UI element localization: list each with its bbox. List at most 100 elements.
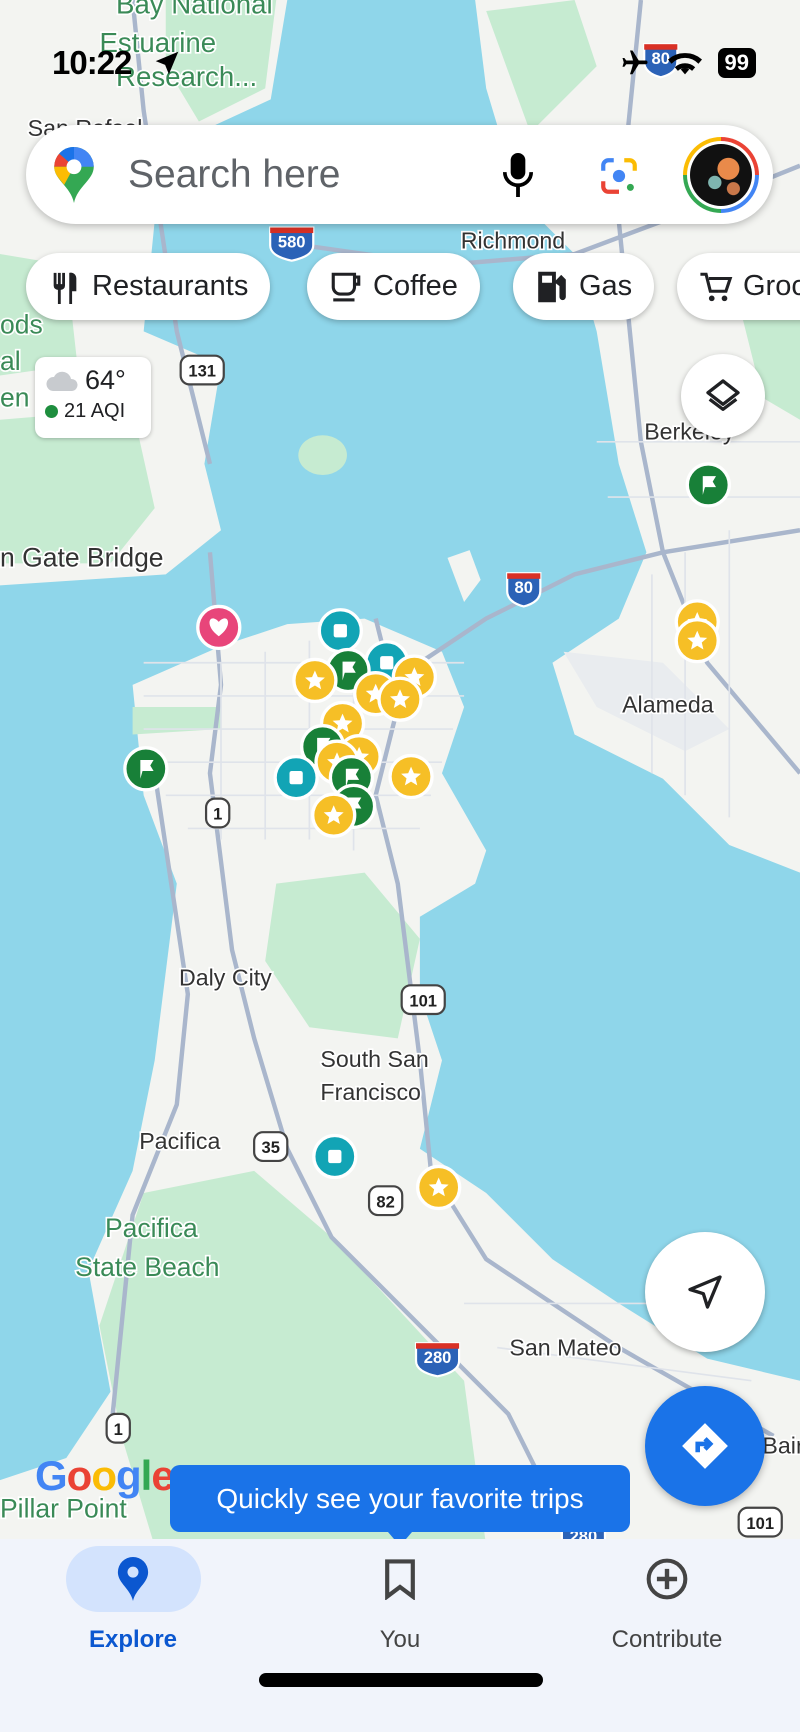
shield-number: 1: [114, 1420, 123, 1439]
map-label: Research...: [116, 61, 257, 92]
fork-knife-icon: [53, 272, 77, 304]
flag-place-marker[interactable]: [123, 746, 169, 792]
interstate-shield: 580: [269, 226, 315, 262]
coffee-cup-icon: [331, 272, 361, 301]
nav-label: Contribute: [611, 1626, 723, 1653]
map-label: Francisco: [320, 1079, 421, 1105]
nav-you[interactable]: You: [300, 1539, 500, 1654]
airplane-icon: [622, 50, 648, 75]
chip-label: Groceries: [743, 270, 800, 302]
nav-label: Explore: [88, 1626, 178, 1653]
square-place-marker[interactable]: [317, 608, 363, 654]
tooltip-text: Quickly see your favorite trips: [216, 1482, 584, 1514]
heart-place-marker[interactable]: [196, 604, 242, 651]
status-time: 10:22: [52, 44, 132, 81]
chip-coffee[interactable]: Coffee: [307, 253, 480, 320]
directions-icon: [682, 1423, 728, 1469]
layers-icon: [706, 379, 740, 411]
shield-number: 280: [424, 1348, 452, 1367]
home-indicator: [259, 1673, 543, 1687]
nav-label: You: [379, 1626, 421, 1653]
map-pin-icon: [117, 1557, 149, 1601]
chip-label: Gas: [579, 270, 633, 302]
google-lens-icon[interactable]: [598, 155, 640, 197]
search-bar[interactable]: Search here: [26, 125, 773, 224]
wifi-icon: [667, 53, 702, 75]
us-route-shield: 101: [400, 984, 446, 1016]
you-icon-wrap: [333, 1546, 468, 1612]
map-label: ods: [0, 310, 43, 340]
shield-number: 101: [409, 991, 437, 1010]
map-label: n Gate Bridge: [0, 543, 164, 573]
chip-restaurants[interactable]: Restaurants: [26, 253, 271, 320]
map-label: Daly City: [179, 964, 272, 990]
shield-number: 1: [213, 805, 222, 824]
cart-icon: [700, 272, 733, 301]
chip-gas[interactable]: Gas: [513, 253, 655, 320]
star-place-marker[interactable]: [311, 792, 357, 838]
angel-island: [298, 435, 347, 475]
state-route-shield: 1: [204, 797, 231, 829]
map-label: en: [0, 382, 29, 412]
battery-icon: 99: [717, 48, 756, 78]
search-input[interactable]: Search here: [128, 153, 340, 197]
star-place-marker[interactable]: [292, 657, 338, 704]
star-place-marker[interactable]: [416, 1164, 462, 1211]
map-label: South San: [320, 1046, 428, 1072]
shield-number: 131: [188, 362, 216, 381]
weather-temp: 64°: [85, 365, 126, 395]
add-circle-icon: [646, 1558, 688, 1600]
chip-label: Coffee: [373, 270, 458, 302]
google-maps-pin-icon: [54, 147, 94, 203]
map-label: Alameda: [622, 691, 714, 717]
map-label: Bair: [762, 1433, 800, 1459]
shield-number: 580: [278, 232, 306, 251]
state-route-shield: 82: [367, 1185, 404, 1217]
map-label: Pacifica: [139, 1128, 220, 1154]
square-place-marker[interactable]: [312, 1133, 358, 1180]
shield-number: 101: [746, 1514, 774, 1533]
flag-place-marker[interactable]: [685, 462, 731, 508]
shield-number: 80: [515, 578, 533, 597]
interstate-shield: 80: [506, 572, 542, 608]
avatar[interactable]: [683, 137, 759, 213]
star-place-marker[interactable]: [377, 676, 423, 722]
shield-number: 35: [261, 1138, 279, 1157]
favorite-trips-tooltip[interactable]: Quickly see your favorite trips: [170, 1465, 630, 1546]
chip-label: Restaurants: [92, 270, 249, 302]
layers-button[interactable]: [681, 354, 765, 438]
gas-pump-icon: [538, 271, 566, 302]
state-route-shield: 1: [105, 1412, 131, 1444]
explore-pill: [65, 1546, 201, 1612]
map-label: Pacifica: [105, 1213, 198, 1243]
bookmark-icon: [385, 1559, 415, 1600]
navigation-arrow-icon: [688, 1275, 722, 1309]
nav-contribute[interactable]: Contribute: [567, 1539, 767, 1654]
aqi-value: 21 AQI: [64, 400, 126, 422]
us-route-shield: 101: [737, 1506, 783, 1538]
nav-explore[interactable]: Explore: [33, 1539, 233, 1654]
map-label: San Mateo: [509, 1334, 621, 1360]
star-place-marker[interactable]: [674, 618, 720, 664]
my-location-button[interactable]: [645, 1232, 765, 1352]
square-place-marker[interactable]: [273, 754, 319, 801]
chip-groceries[interactable]: Groceries: [677, 253, 800, 320]
interstate-shield: 280: [414, 1342, 461, 1378]
map-label: al: [0, 346, 21, 376]
map-label: State Beach: [75, 1252, 219, 1282]
google-attribution-logo: Google: [35, 1452, 175, 1499]
star-place-marker[interactable]: [388, 753, 434, 800]
state-route-shield: 131: [179, 354, 225, 386]
location-arrow-icon: [155, 51, 179, 75]
state-route-shield: 35: [253, 1131, 289, 1163]
aqi-dot-icon: [45, 405, 58, 418]
status-icons: 99: [618, 48, 756, 78]
microphone-icon[interactable]: [500, 153, 536, 197]
map-label: Bay National: [116, 0, 273, 19]
cloud-icon: [46, 371, 78, 391]
contribute-icon-wrap: [600, 1546, 735, 1612]
directions-button[interactable]: [645, 1386, 765, 1506]
shield-number: 82: [376, 1192, 394, 1211]
weather-widget[interactable]: 64° 21 AQI: [35, 357, 151, 438]
bottom-navigation: Explore You Contribute: [0, 1539, 800, 1732]
